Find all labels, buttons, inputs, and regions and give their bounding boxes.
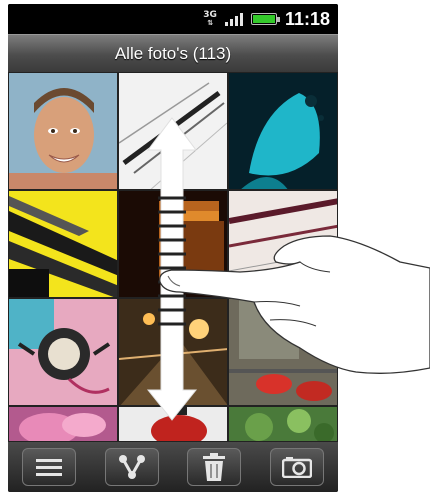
pink-flower-image (9, 407, 117, 441)
share-button[interactable] (104, 448, 159, 486)
street-lights-image (119, 299, 227, 405)
cyan-figure-image (229, 73, 337, 189)
photo-thumbnail[interactable] (118, 190, 228, 298)
menu-lines-icon (36, 459, 63, 476)
photo-thumbnail[interactable] (118, 298, 228, 406)
photo-thumbnail[interactable] (118, 406, 228, 442)
photo-thumbnail[interactable] (8, 298, 118, 406)
camera-icon (281, 457, 312, 478)
clock: 11:18 (284, 8, 330, 29)
delete-button[interactable] (187, 448, 242, 486)
red-lantern-image (119, 407, 227, 441)
red-shoes-image (229, 299, 337, 405)
emblem-collage-image (9, 299, 117, 405)
photo-thumbnail[interactable] (8, 406, 118, 442)
battery-level-fill (252, 15, 275, 23)
signal-bars-icon (224, 12, 243, 26)
trash-icon (203, 453, 226, 481)
status-bar: 3G ⇅ 11:18 (8, 4, 338, 34)
data-arrows-icon: ⇅ (207, 19, 214, 27)
photo-thumbnail[interactable] (228, 298, 338, 406)
photo-thumbnail[interactable] (228, 72, 338, 190)
portrait-image (9, 73, 117, 189)
camera-button[interactable] (269, 448, 324, 486)
photo-thumbnail[interactable] (228, 190, 338, 298)
battery-icon (250, 13, 280, 25)
yellow-beams-image (9, 191, 117, 297)
green-foliage-image (229, 407, 337, 441)
page-title: Alle foto's (113) (114, 43, 232, 63)
streaks-image (119, 73, 227, 189)
status-icons: 3G ⇅ 11:18 (203, 8, 330, 30)
photo-thumbnail[interactable] (8, 72, 118, 190)
phone-screen: 3G ⇅ 11:18 Alle foto's (113) (8, 4, 338, 492)
network-type-label: 3G (203, 10, 217, 20)
photo-thumbnail[interactable] (118, 72, 228, 190)
orange-layers-image (119, 191, 227, 297)
photo-grid[interactable] (8, 72, 338, 442)
title-bar: Alle foto's (113) (8, 34, 338, 72)
share-icon (118, 455, 145, 479)
network-indicator: 3G ⇅ (203, 10, 217, 28)
menu-button[interactable] (22, 448, 77, 486)
bottom-toolbar (8, 442, 338, 492)
photo-thumbnail[interactable] (228, 406, 338, 442)
photo-thumbnail[interactable] (8, 190, 118, 298)
ink-stripes-image (229, 191, 337, 297)
